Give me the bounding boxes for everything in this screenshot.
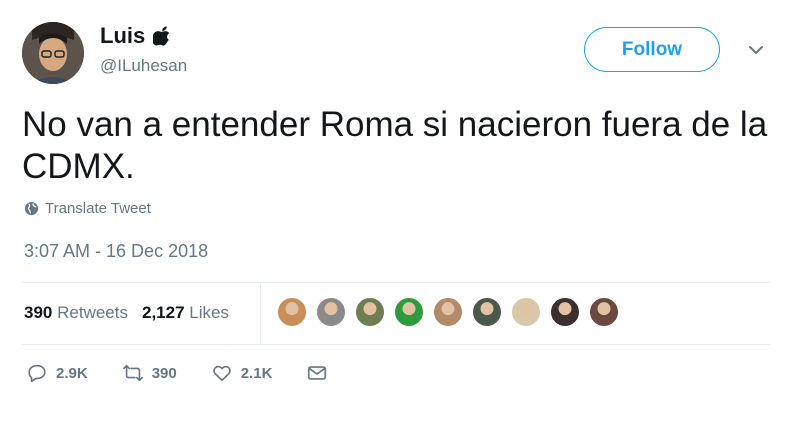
avatar-image (22, 22, 84, 84)
liker-avatar[interactable] (588, 296, 620, 328)
reply-button[interactable]: 2.9K (26, 362, 88, 384)
user-name-row[interactable]: Luis (100, 23, 171, 49)
translate-tweet-link[interactable]: Translate Tweet (24, 200, 151, 217)
retweet-count: 390 (151, 364, 177, 382)
liker-avatar[interactable] (276, 296, 308, 328)
stats-separator (260, 282, 261, 344)
liker-avatar[interactable] (471, 296, 503, 328)
liker-avatar[interactable] (315, 296, 347, 328)
engagement-stats: 390 Retweets 2,127 Likes (24, 303, 229, 323)
divider (22, 344, 770, 345)
envelope-icon (308, 366, 327, 380)
like-count: 2.1K (240, 364, 273, 382)
retweets-count: 390 (24, 303, 53, 322)
liker-avatar[interactable] (432, 296, 464, 328)
liker-avatar[interactable] (393, 296, 425, 328)
follow-button[interactable]: Follow (584, 27, 720, 72)
retweet-button[interactable]: 390 (122, 362, 177, 384)
likes-label: Likes (189, 303, 229, 322)
liker-avatar[interactable] (549, 296, 581, 328)
retweet-icon (122, 364, 143, 382)
user-handle[interactable]: @ILuhesan (100, 56, 187, 76)
direct-message-button[interactable] (306, 362, 328, 384)
like-button[interactable]: 2.1K (211, 362, 273, 384)
globe-icon (24, 201, 39, 216)
reply-icon (28, 364, 46, 383)
liker-avatar[interactable] (354, 296, 386, 328)
user-name[interactable]: Luis (100, 23, 145, 49)
chevron-down-icon[interactable] (748, 42, 764, 58)
heart-icon (212, 365, 231, 382)
tweet-card: Luis @ILuhesan Follow No van a entender … (0, 0, 800, 421)
likes-count: 2,127 (141, 303, 185, 322)
liker-avatar[interactable] (510, 296, 542, 328)
retweets-label: Retweets (57, 303, 128, 322)
apple-icon (153, 26, 171, 46)
translate-label[interactable]: Translate Tweet (45, 200, 151, 217)
retweets-stat[interactable]: 390 Retweets (24, 303, 128, 323)
liker-avatars (276, 296, 627, 328)
tweet-text: No van a entender Roma si nacieron fuera… (22, 105, 768, 186)
action-bar: 2.9K 390 2.1K (26, 362, 362, 384)
timestamp[interactable]: 3:07 AM - 16 Dec 2018 (24, 241, 208, 262)
avatar[interactable] (22, 22, 84, 84)
likes-stat[interactable]: 2,127 Likes (142, 303, 229, 323)
divider (22, 282, 770, 283)
reply-count: 2.9K (56, 364, 88, 382)
